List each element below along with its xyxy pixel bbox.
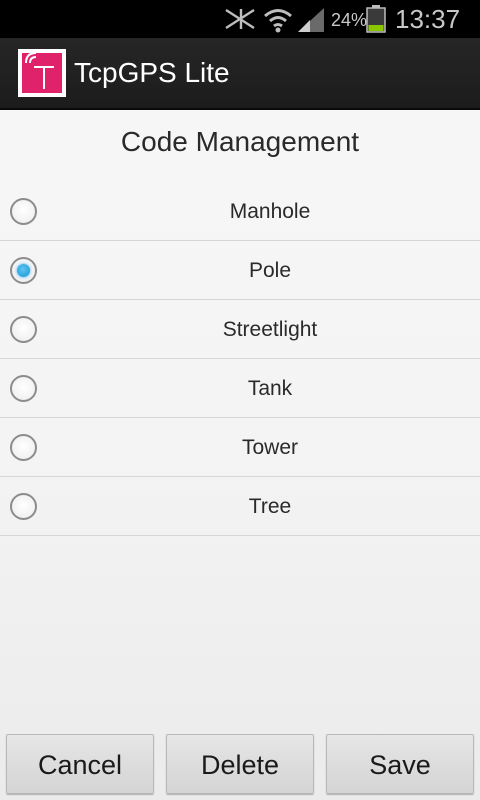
radio-button[interactable] [10, 434, 37, 461]
radio-button[interactable] [10, 375, 37, 402]
cancel-button[interactable]: Cancel [6, 734, 154, 794]
radio-button[interactable] [10, 198, 37, 225]
status-clock: 13:37 [395, 4, 461, 34]
gps-antenna-icon [22, 52, 62, 93]
mute-icon [225, 8, 255, 30]
list-item-label: Pole [248, 259, 292, 282]
list-item-label: Tank [247, 377, 293, 400]
list-item-manhole[interactable]: Manhole [0, 182, 480, 241]
list-item-tower[interactable]: Tower [0, 418, 480, 477]
save-button[interactable]: Save [326, 734, 474, 794]
list-item-tree[interactable]: Tree [0, 477, 480, 536]
page-title: Code Management [120, 126, 360, 157]
signal-icon [298, 8, 324, 32]
code-list: Manhole Pole Streetlight Tank Tower Tree [0, 182, 480, 536]
battery-percent: 24% [331, 10, 368, 30]
list-item-label: Manhole [229, 200, 311, 223]
list-item-label: Tower [241, 436, 299, 459]
list-item-streetlight[interactable]: Streetlight [0, 300, 480, 359]
list-item-tank[interactable]: Tank [0, 359, 480, 418]
delete-button[interactable]: Delete [166, 734, 314, 794]
radio-button[interactable] [10, 493, 37, 520]
list-item-pole[interactable]: Pole [0, 241, 480, 300]
list-item-label: Streetlight [222, 318, 318, 341]
action-bar: TcpGPS Lite [0, 38, 480, 110]
app-title: TcpGPS Lite [74, 57, 230, 88]
wifi-icon [264, 9, 292, 33]
list-item-label: Tree [248, 495, 292, 518]
status-bar: 24% 13:37 [0, 0, 480, 38]
battery-icon [366, 5, 386, 33]
app-logo[interactable] [18, 49, 66, 97]
radio-button-selected[interactable] [10, 257, 37, 284]
radio-button[interactable] [10, 316, 37, 343]
